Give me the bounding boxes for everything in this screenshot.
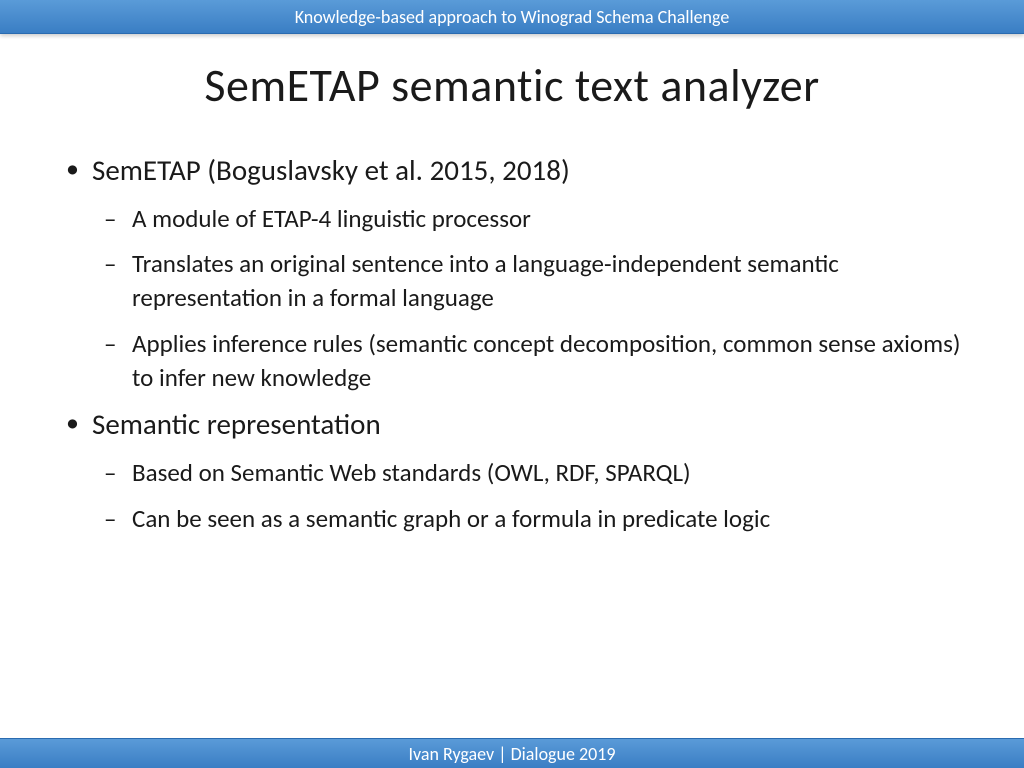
bullet-item: SemETAP (Boguslavsky et al. 2015, 2018) … xyxy=(60,152,964,394)
content-area: SemETAP (Boguslavsky et al. 2015, 2018) … xyxy=(0,152,1024,536)
footer-bar: Ivan Rygaev | Dialogue 2019 xyxy=(0,738,1024,768)
header-text: Knowledge-based approach to Winograd Sch… xyxy=(295,6,730,28)
bullet-text: SemETAP (Boguslavsky et al. 2015, 2018) xyxy=(92,152,570,188)
sub-bullet-item: Based on Semantic Web standards (OWL, RD… xyxy=(92,456,964,490)
bullet-list: SemETAP (Boguslavsky et al. 2015, 2018) … xyxy=(60,152,964,536)
sub-bullet-item: Applies inference rules (semantic concep… xyxy=(92,327,964,395)
sub-bullet-item: A module of ETAP-4 linguistic processor xyxy=(92,202,964,236)
slide-title: SemETAP semantic text analyzer xyxy=(0,58,1024,114)
bullet-item: Semantic representation Based on Semanti… xyxy=(60,406,964,535)
sub-bullet-list: Based on Semantic Web standards (OWL, RD… xyxy=(92,456,964,536)
sub-bullet-item: Translates an original sentence into a l… xyxy=(92,247,964,315)
header-bar: Knowledge-based approach to Winograd Sch… xyxy=(0,0,1024,34)
sub-bullet-item: Can be seen as a semantic graph or a for… xyxy=(92,502,964,536)
bullet-text: Semantic representation xyxy=(92,406,381,442)
footer-text: Ivan Rygaev | Dialogue 2019 xyxy=(408,743,615,765)
sub-bullet-list: A module of ETAP-4 linguistic processor … xyxy=(92,202,964,395)
